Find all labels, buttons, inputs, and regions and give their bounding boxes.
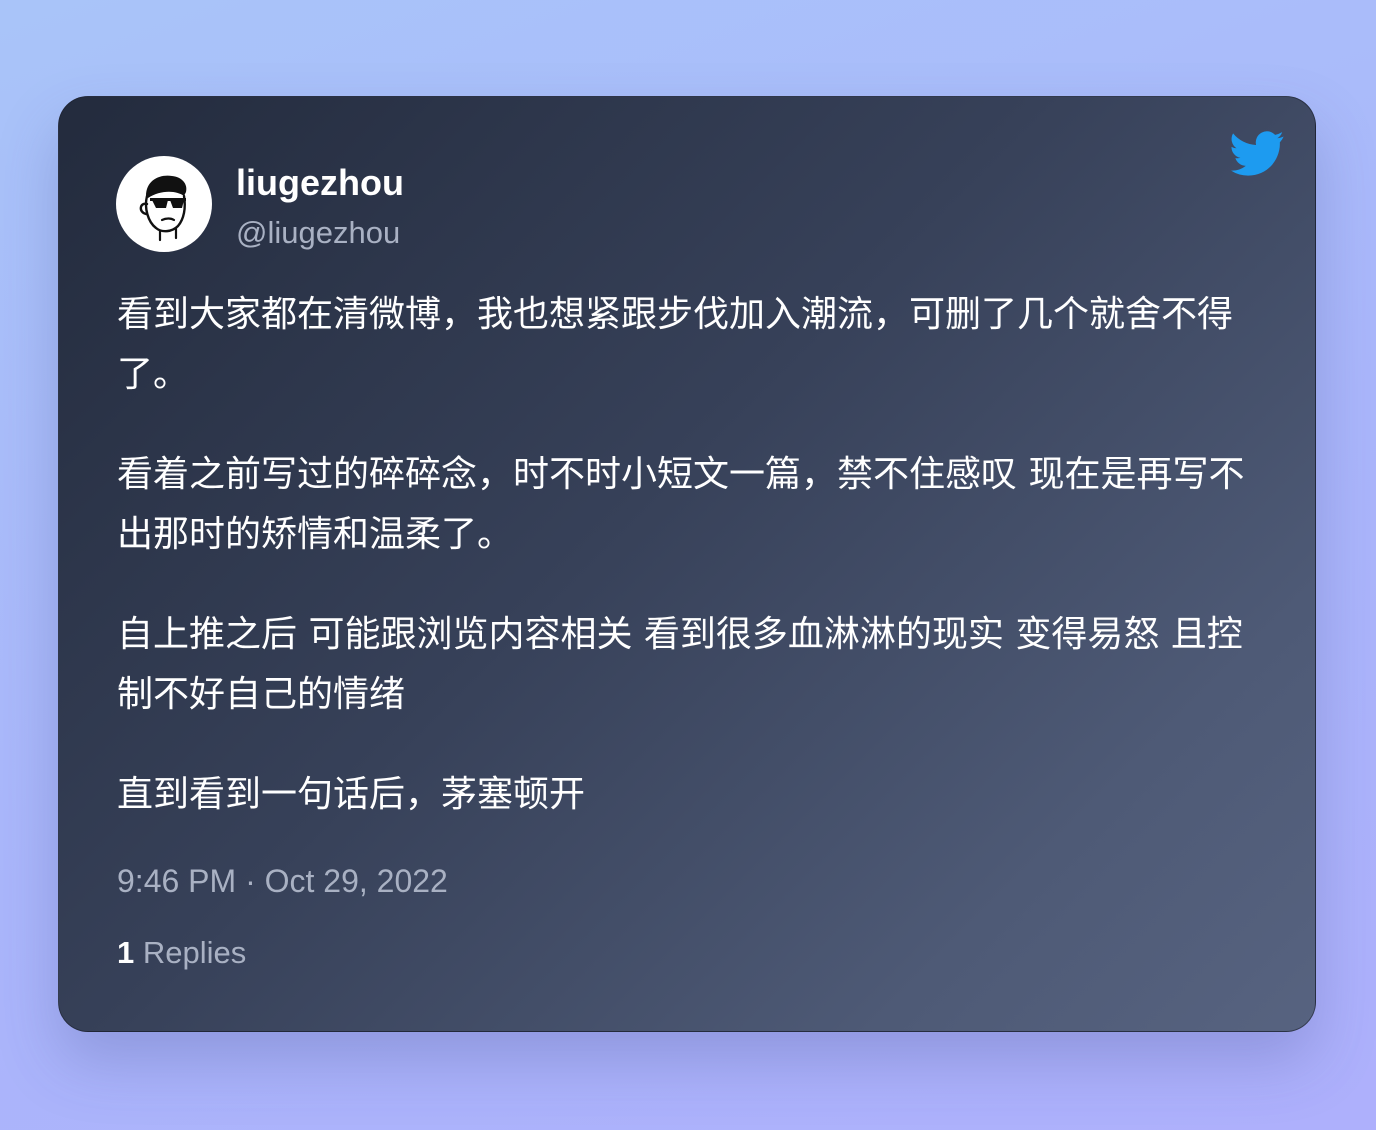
tweet-paragraph: 看到大家都在清微博，我也想紧跟步伐加入潮流，可删了几个就舍不得了。	[117, 294, 1234, 395]
replies-number: 1	[117, 935, 135, 970]
avatar-face-icon	[139, 175, 187, 242]
replies-count[interactable]: 1 Replies	[117, 933, 246, 973]
author-name[interactable]: liugezhou	[236, 161, 404, 205]
tweet-paragraph: 直到看到一句话后，茅塞顿开	[117, 774, 586, 815]
tweet-card: liugezhou @liugezhou 看到大家都在清微博，我也想紧跟步伐加入…	[58, 96, 1316, 1032]
tweet-timestamp[interactable]: 9:46 PM · Oct 29, 2022	[117, 861, 448, 901]
avatar[interactable]	[116, 156, 212, 252]
tweet-text: 看到大家都在清微博，我也想紧跟步伐加入潮流，可删了几个就舍不得了。 看着之前写过…	[117, 285, 1267, 865]
twitter-bird-icon[interactable]	[1229, 131, 1285, 177]
author-handle[interactable]: @liugezhou	[236, 213, 400, 253]
tweet-paragraph: 自上推之后 可能跟浏览内容相关 看到很多血淋淋的现实 变得易怒 且控制不好自己的…	[117, 614, 1243, 715]
tweet-paragraph: 看着之前写过的碎碎念，时不时小短文一篇，禁不住感叹 现在是再写不出那时的矫情和温…	[117, 454, 1245, 555]
replies-label: Replies	[142, 935, 247, 970]
